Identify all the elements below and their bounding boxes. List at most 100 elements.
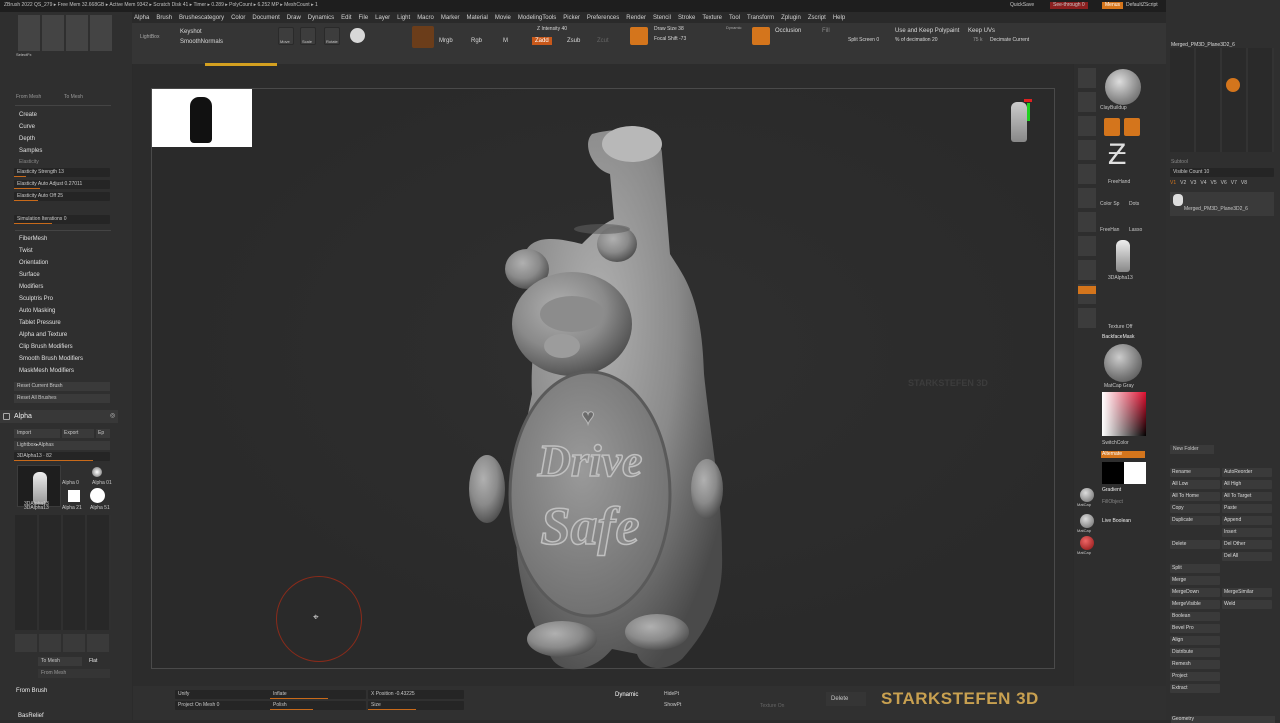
alpha-tool-buttons[interactable] xyxy=(15,634,111,652)
elasticity-slider[interactable]: Elasticity Auto Adjust 0.27011 xyxy=(14,180,110,189)
zsub-button[interactable]: Zsub xyxy=(567,38,580,44)
subpalette-create[interactable]: Create xyxy=(19,112,37,118)
insert-button[interactable]: Insert xyxy=(1222,528,1272,537)
live-boolean-button[interactable]: Live Boolean xyxy=(1102,519,1131,524)
merge-button[interactable]: Merge xyxy=(1170,576,1220,585)
occlusion-icon[interactable] xyxy=(752,27,770,45)
active-tool-icon[interactable] xyxy=(1226,78,1240,92)
basrelief-button[interactable]: BasRelief xyxy=(18,713,44,719)
from-mesh-button[interactable]: From Mesh xyxy=(16,95,41,100)
mergesimilar-button[interactable]: MergeSimilar xyxy=(1222,588,1272,597)
align-button[interactable]: Align xyxy=(1170,636,1220,645)
subpalette-curve[interactable]: Curve xyxy=(19,124,35,130)
gradient-button[interactable]: Gradient xyxy=(1102,488,1121,493)
secondary-color-swatch[interactable] xyxy=(1102,462,1124,484)
delall-button[interactable]: Del All xyxy=(1222,552,1272,561)
matcap-gray-icon[interactable] xyxy=(1104,344,1142,382)
subpalette-samples[interactable]: Samples xyxy=(19,148,42,154)
bear-sculpt[interactable]: ♥ Drive Safe xyxy=(442,114,742,674)
menu-zscript[interactable]: Zscript xyxy=(808,15,826,21)
dots-button[interactable]: Dots xyxy=(1129,202,1139,207)
export-button[interactable]: Export xyxy=(62,429,94,438)
decimate-current-button[interactable]: Decimate Current xyxy=(990,38,1029,43)
menu-zplugin[interactable]: Zplugin xyxy=(781,15,801,21)
scroll-indicator[interactable] xyxy=(205,63,277,66)
from-mesh-alpha-button[interactable]: From Mesh xyxy=(38,669,110,678)
menu-modelingtools[interactable]: ModelingTools xyxy=(518,15,556,21)
reset-current-brush-button[interactable]: Reset Current Brush xyxy=(14,382,110,391)
dynamic-toggle[interactable]: Dynamic xyxy=(726,26,742,30)
menu-tool[interactable]: Tool xyxy=(729,15,740,21)
hidept-button[interactable]: HidePt xyxy=(664,692,679,697)
unify-button[interactable]: Unify xyxy=(175,690,271,699)
subpalette-fibermesh[interactable]: FiberMesh xyxy=(19,236,47,242)
subpalette-twist[interactable]: Twist xyxy=(19,248,33,254)
matcap-sphere-1-icon[interactable] xyxy=(1080,488,1094,502)
elasticity-slider[interactable]: Elasticity Strength 13 xyxy=(14,168,110,177)
menu-texture[interactable]: Texture xyxy=(702,15,722,21)
boolean-button[interactable]: Boolean xyxy=(1170,612,1220,621)
inflate-slider[interactable]: Inflate xyxy=(270,690,366,699)
from-brush-button[interactable]: From Brush xyxy=(16,688,47,694)
texture-on-button[interactable]: Texture On xyxy=(760,704,784,709)
lightbox-alphas-button[interactable]: Lightbox▸Alphas xyxy=(14,441,110,450)
subpalette-depth[interactable]: Depth xyxy=(19,136,35,142)
menu-file[interactable]: File xyxy=(358,15,368,21)
showpt-button[interactable]: ShowPt xyxy=(664,703,681,708)
alpha-thumbnail-51[interactable] xyxy=(90,488,105,503)
alllow-button[interactable]: All Low xyxy=(1170,480,1220,489)
brush-icon[interactable] xyxy=(20,12,32,20)
alpha-thumbnail-21[interactable] xyxy=(68,490,80,502)
alltohome-button[interactable]: All To Home xyxy=(1170,492,1220,501)
delete-button[interactable]: Delete xyxy=(1170,540,1220,549)
alpha-thumbnail-0[interactable] xyxy=(92,467,102,477)
new-folder-button[interactable]: New Folder xyxy=(1170,445,1214,454)
menu-picker[interactable]: Picker xyxy=(563,15,580,21)
document-canvas[interactable]: STARKSTEFEN 3D ♥ Drive Safe ⌖ xyxy=(151,88,1055,670)
menu-alpha[interactable]: Alpha xyxy=(134,15,149,21)
navigator-thumbnail[interactable] xyxy=(152,89,252,147)
alpha-palette-header[interactable]: Alpha ◎ xyxy=(0,410,118,423)
to-mesh-alpha-button[interactable]: To Mesh xyxy=(38,657,82,666)
to-mesh-button[interactable]: To Mesh xyxy=(64,95,83,100)
ep-button[interactable]: Ep xyxy=(96,429,110,438)
alpha-slider[interactable]: 3DAlpha13 · 82 xyxy=(14,452,110,461)
subtool-level-v7[interactable]: V7 xyxy=(1231,181,1237,189)
split-screen-slider[interactable]: Split Screen 0 xyxy=(848,38,879,43)
material-swatch[interactable] xyxy=(412,26,434,48)
subtool-level-v1[interactable]: V1 xyxy=(1170,181,1176,189)
use-keep-polypaint-button[interactable]: Use and Keep Polypaint xyxy=(895,28,959,34)
x-position-slider[interactable]: X Position -0.43225 xyxy=(368,690,464,699)
default-zscript-button[interactable]: DefaultZScript xyxy=(1126,3,1158,8)
menu-transform[interactable]: Transform xyxy=(747,15,774,21)
subtool-level-v4[interactable]: V4 xyxy=(1200,181,1206,189)
color-spray-button[interactable]: Color Sp xyxy=(1100,202,1119,207)
subpalette-maskmesh-modifiers[interactable]: MaskMesh Modifiers xyxy=(19,368,74,374)
menu-macro[interactable]: Macro xyxy=(417,15,434,21)
z-intensity-slider[interactable]: Z Intensity 40 xyxy=(537,27,567,32)
reset-all-brushes-button[interactable]: Reset All Brushes xyxy=(14,394,110,403)
zcut-button[interactable]: Zcut xyxy=(597,38,609,44)
lasso-button[interactable]: Lasso xyxy=(1129,228,1142,233)
project-button[interactable]: Project xyxy=(1170,672,1220,681)
menu-stencil[interactable]: Stencil xyxy=(653,15,671,21)
menu-brush[interactable]: Brush xyxy=(156,15,172,21)
menu-stroke[interactable]: Stroke xyxy=(678,15,695,21)
quicksave-button[interactable]: QuickSave xyxy=(1010,3,1034,8)
mergevisible-button[interactable]: MergeVisible xyxy=(1170,600,1220,609)
menu-dynamics[interactable]: Dynamics xyxy=(308,15,334,21)
menu-render[interactable]: Render xyxy=(626,15,646,21)
menu-brushescategory[interactable]: Brushescategory xyxy=(179,15,224,21)
autoreorder-button[interactable]: AutoReorder xyxy=(1222,468,1272,477)
duplicate-button[interactable]: Duplicate xyxy=(1170,516,1220,525)
import-button[interactable]: Import xyxy=(14,429,60,438)
project-on-mesh-slider[interactable]: Project On Mesh 0 xyxy=(175,701,271,710)
copy-button[interactable]: Copy xyxy=(1170,504,1220,513)
mergedown-button[interactable]: MergeDown xyxy=(1170,588,1220,597)
bevelpro-button[interactable]: Bevel Pro xyxy=(1170,624,1220,633)
rgb-button[interactable]: Rgb xyxy=(471,38,482,44)
subtool-level-v5[interactable]: V5 xyxy=(1211,181,1217,189)
active-shelf-button[interactable] xyxy=(1078,286,1096,294)
focal-shift-slider[interactable]: Focal Shift -73 xyxy=(654,37,686,42)
alpha-preview-icon[interactable] xyxy=(1116,240,1130,272)
